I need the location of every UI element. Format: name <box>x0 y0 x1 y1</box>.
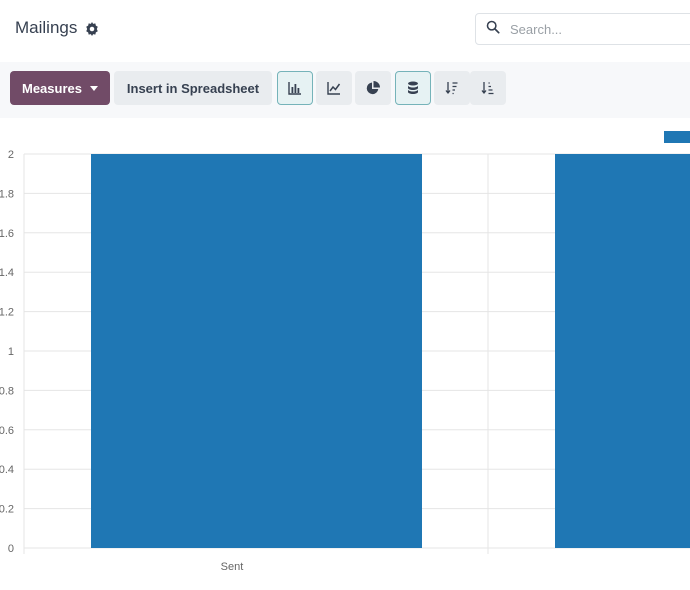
chart-area: 0 0.2 0.4 0.6 0.8 1 1.2 1.4 1.6 1.8 2 Sent <box>0 118 690 590</box>
breadcrumb: Mailings <box>15 18 99 38</box>
search-input[interactable] <box>508 20 682 38</box>
caret-down-icon <box>89 85 98 91</box>
y-tick-label: 0.6 <box>0 425 14 437</box>
y-tick-label: 1.2 <box>0 307 14 319</box>
control-panel-header: Mailings <box>0 0 690 62</box>
graph-toolbar: Measures Insert in Spreadsheet <box>0 62 690 118</box>
stacked-button[interactable] <box>395 71 431 105</box>
measures-label: Measures <box>22 80 82 96</box>
bar-chart-icon <box>288 82 301 95</box>
insert-label: Insert in Spreadsheet <box>126 80 260 96</box>
page-title[interactable]: Mailings <box>15 18 77 38</box>
y-tick-label: 2 <box>8 149 14 161</box>
gear-icon[interactable] <box>85 21 99 36</box>
y-tick-label: 0.4 <box>0 464 14 476</box>
pie-chart-icon <box>366 81 380 95</box>
sort-ascending-button[interactable] <box>470 71 506 105</box>
y-tick-label: 1.6 <box>0 228 14 240</box>
sort-descending-button[interactable] <box>434 71 470 105</box>
y-tick-label: 1 <box>8 346 14 358</box>
line-chart-button[interactable] <box>316 71 352 105</box>
search-icon <box>486 20 500 39</box>
search-box[interactable] <box>475 13 690 45</box>
bar-chart: 0 0.2 0.4 0.6 0.8 1 1.2 1.4 1.6 1.8 2 Sent <box>0 149 690 573</box>
insert-in-spreadsheet-button[interactable]: Insert in Spreadsheet <box>114 71 272 105</box>
bar[interactable] <box>555 154 690 548</box>
y-tick-label: 1.4 <box>0 267 14 279</box>
pie-chart-button[interactable] <box>355 71 391 105</box>
y-tick-label: 0.2 <box>0 504 14 516</box>
sort-descending-icon <box>445 82 458 95</box>
bar-chart-button[interactable] <box>277 71 313 105</box>
y-tick-label: 0 <box>8 543 14 555</box>
bar[interactable] <box>91 154 422 548</box>
y-tick-label: 0.8 <box>0 385 14 397</box>
x-tick-label: Sent <box>221 561 244 573</box>
measures-dropdown-button[interactable]: Measures <box>10 71 110 105</box>
y-tick-label: 1.8 <box>0 188 14 200</box>
line-chart-icon <box>327 82 341 95</box>
legend-swatch[interactable] <box>664 131 690 143</box>
stacked-icon <box>408 81 418 94</box>
sort-ascending-icon <box>481 82 494 95</box>
